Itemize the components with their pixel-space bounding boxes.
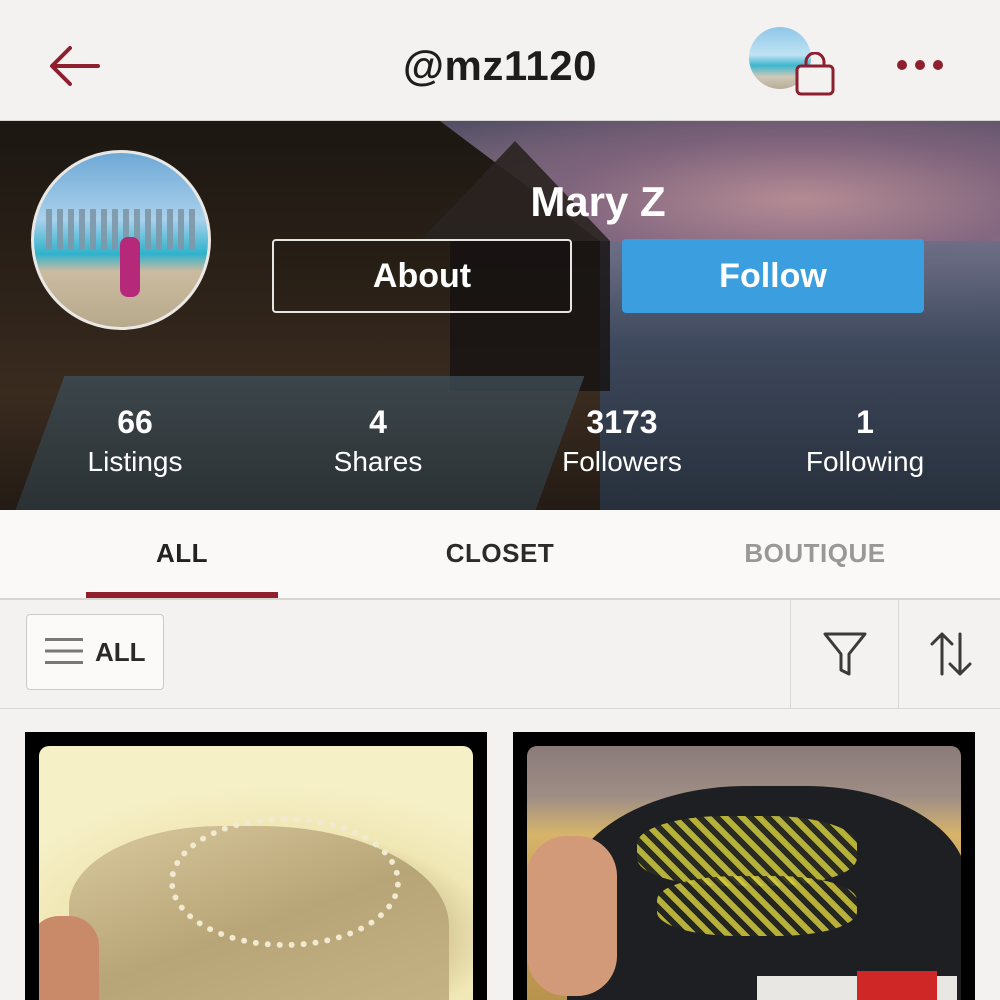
menu-lines-icon — [45, 638, 83, 664]
follow-button[interactable]: Follow — [622, 239, 924, 313]
listing-card[interactable] — [513, 732, 975, 1000]
stat-label: Listings — [87, 446, 183, 477]
listing-photo — [39, 746, 473, 1000]
stat-followers[interactable]: 3173 Followers — [517, 402, 727, 482]
more-horizontal-icon — [897, 60, 943, 70]
profile-name: Mary Z — [530, 178, 666, 225]
listing-photo — [527, 746, 961, 1000]
stat-shares[interactable]: 4 Shares — [273, 402, 483, 482]
stat-label: Followers — [562, 446, 682, 477]
closet-tabs: ALL CLOSET BOUTIQUE — [0, 510, 1000, 600]
shopping-bag-icon — [795, 51, 835, 96]
sort-button[interactable] — [898, 600, 1000, 708]
tab-all[interactable]: ALL — [86, 538, 278, 569]
profile-avatar[interactable] — [31, 150, 211, 330]
avatar-person — [120, 237, 140, 297]
active-tab-indicator — [86, 592, 278, 598]
stat-label: Shares — [333, 446, 423, 477]
stat-value: 1 — [856, 404, 874, 440]
sneaker-heel-tab — [857, 971, 937, 1000]
listing-card[interactable] — [25, 732, 487, 1000]
stat-following[interactable]: 1 Following — [760, 402, 970, 482]
funnel-icon — [823, 632, 867, 676]
stat-value: 4 — [369, 404, 387, 440]
stat-label: Following — [805, 446, 925, 477]
stat-value: 3173 — [586, 404, 658, 440]
filter-button[interactable] — [790, 600, 899, 708]
top-bar: @mz1120 — [0, 0, 1000, 121]
stat-listings[interactable]: 66 Listings — [30, 402, 240, 482]
hand-shape — [39, 916, 99, 1000]
more-options-button[interactable] — [892, 50, 948, 80]
filter-bar: ALL — [0, 600, 1000, 709]
sneaker-mesh — [657, 876, 857, 936]
hand-shape — [527, 836, 617, 996]
about-button[interactable]: About — [272, 239, 572, 313]
category-filter-label: ALL — [95, 637, 146, 667]
profile-handle: @mz1120 — [403, 42, 597, 89]
stat-value: 66 — [117, 404, 153, 440]
shopping-bag-button[interactable] — [794, 51, 836, 96]
tab-boutique[interactable]: BOUTIQUE — [715, 538, 915, 569]
tab-closet[interactable]: CLOSET — [400, 538, 600, 569]
sneaker-laces — [169, 816, 401, 948]
category-filter-button[interactable]: ALL — [26, 614, 164, 690]
sort-arrows-icon — [930, 632, 972, 676]
